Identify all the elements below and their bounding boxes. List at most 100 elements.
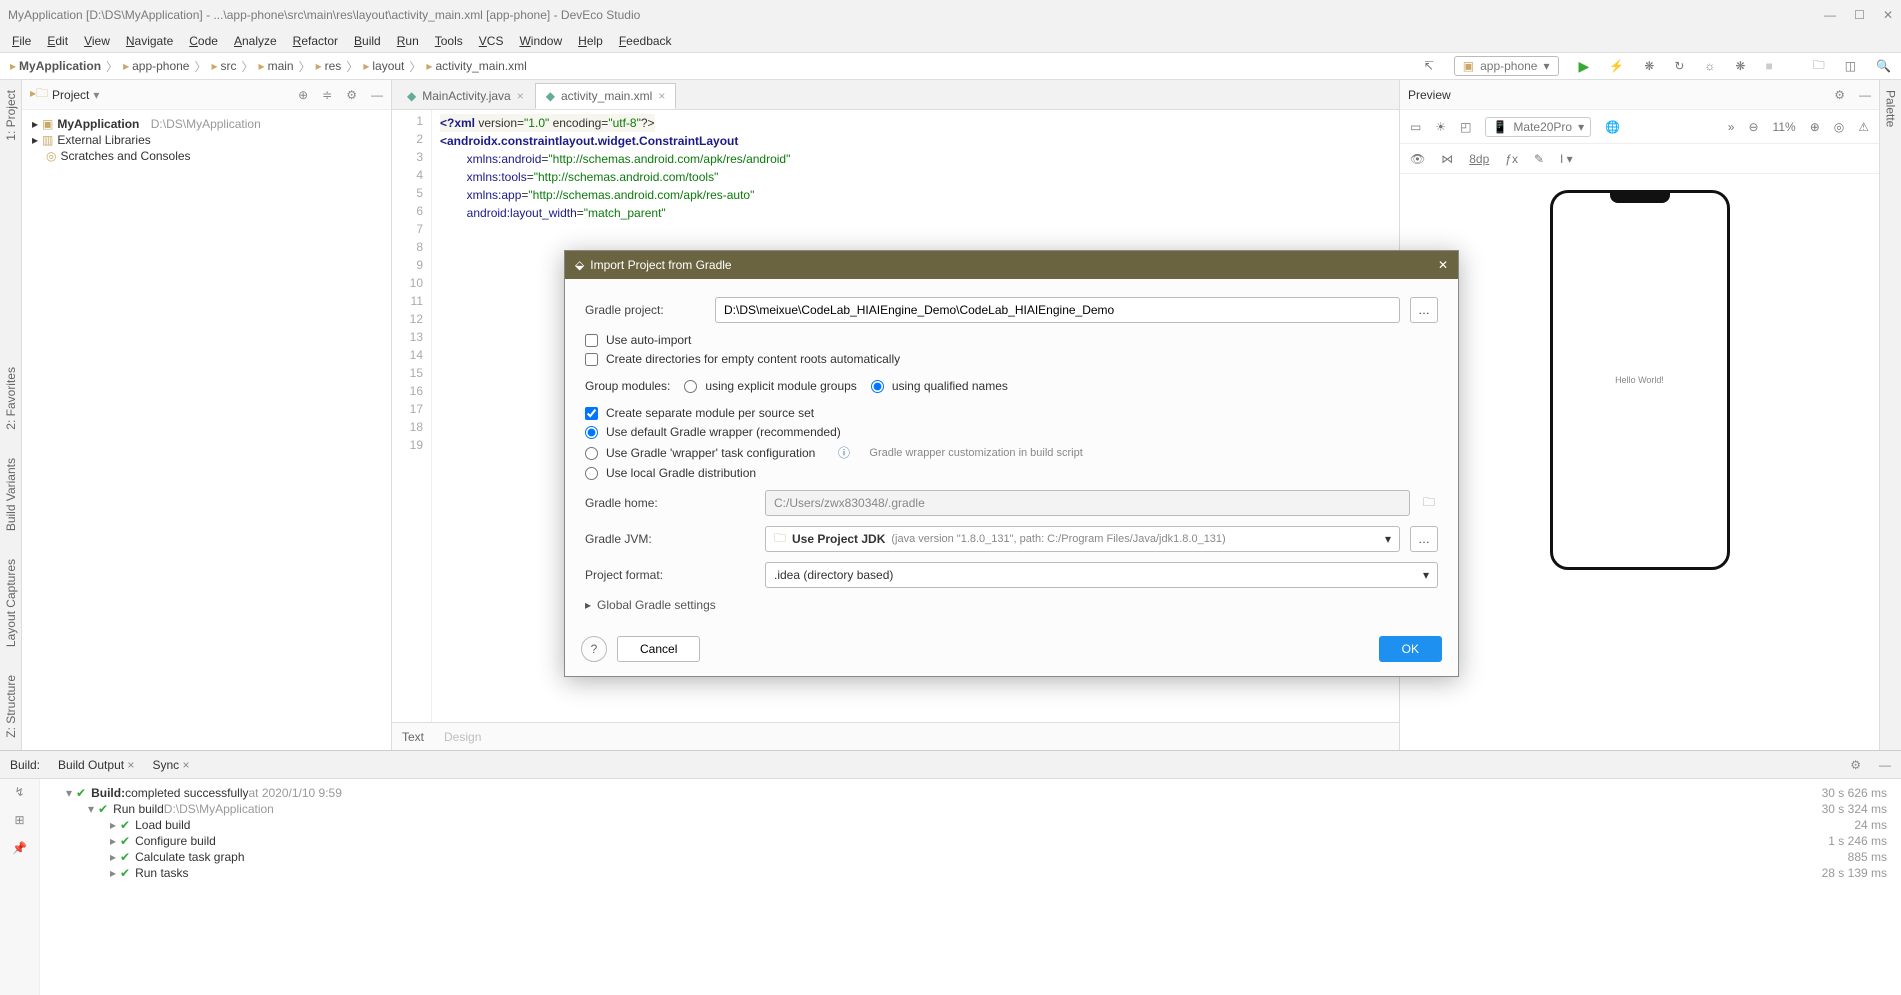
zoom-in-icon[interactable]: ⊕ [1810,120,1820,134]
auto-import-checkbox[interactable] [585,334,598,347]
crumb-3[interactable]: ▸main [259,59,294,73]
crumb-5[interactable]: ▸layout [363,59,404,73]
ok-button[interactable]: OK [1379,636,1442,662]
crumb-1[interactable]: ▸app-phone [123,59,189,73]
close-tab-icon[interactable]: × [517,89,524,103]
menu-navigate[interactable]: Navigate [120,32,179,50]
close-icon[interactable]: ✕ [1883,8,1893,22]
menu-tools[interactable]: Tools [429,32,469,50]
menu-refactor[interactable]: Refactor [287,32,344,50]
crumb-4[interactable]: ▸res [316,59,342,73]
close-icon[interactable]: ✕ [1438,258,1448,272]
hammer-icon[interactable]: ↯ [14,785,24,799]
crumb-2[interactable]: ▸src [212,59,237,73]
design-tab[interactable]: Design [444,730,481,744]
gear-icon[interactable]: ⚙ [1834,88,1845,102]
zoom-icon[interactable]: 🔍 [1876,59,1891,73]
device-dropdown[interactable]: 📱Mate20Pro▾ [1485,117,1591,137]
build-row[interactable]: ▾✔Run build D:\DS\MyApplication30 s 324 … [54,801,1887,817]
tree-node-external[interactable]: External Libraries [57,133,150,147]
attach-icon[interactable]: ☼ [1704,59,1715,73]
cancel-button[interactable]: Cancel [617,636,700,662]
pin-icon[interactable]: 📌 [12,841,27,855]
gradle-jvm-dropdown[interactable]: 🗀 Use Project JDK (java version "1.8.0_1… [765,526,1400,552]
layout-captures-tab[interactable]: Layout Captures [2,555,20,651]
magnet-icon[interactable]: ⋈ [1441,152,1453,166]
sun-icon[interactable]: ☀ [1435,120,1446,134]
menu-code[interactable]: Code [183,32,224,50]
build-tree[interactable]: ▾✔Build: completed successfully at 2020/… [40,779,1901,995]
project-tab[interactable]: 1: Project [2,86,20,145]
sliders-icon[interactable]: ≑ [322,88,332,102]
favorites-tab[interactable]: 2: Favorites [2,363,20,434]
run-config-dropdown[interactable]: ▣app-phone▾ [1454,56,1559,76]
build-row[interactable]: ▾✔Build: completed successfully at 2020/… [54,785,1887,801]
collapse-icon[interactable]: — [371,88,383,102]
target-icon[interactable]: ⊕ [298,88,308,102]
dialog-header[interactable]: ⬙Import Project from Gradle ✕ [565,251,1458,279]
structure-tab[interactable]: Z: Structure [2,671,20,742]
folder-icon[interactable]: 🗀 [1813,56,1825,77]
browse-button[interactable]: … [1410,526,1438,552]
refresh-icon[interactable]: ↻ [1674,59,1684,73]
menu-window[interactable]: Window [513,32,568,50]
profiler-icon[interactable]: ❋ [1735,59,1745,73]
separate-module-checkbox[interactable] [585,407,598,420]
minimize-icon[interactable]: — [1824,8,1836,22]
orientation-icon[interactable]: ◰ [1460,120,1471,134]
align-icon[interactable]: I ▾ [1560,152,1573,166]
build-variants-tab[interactable]: Build Variants [2,454,20,535]
build-row[interactable]: ▸✔Load build24 ms [54,817,1887,833]
build-output-tab[interactable]: Build Output × [58,758,134,772]
debug-icon[interactable]: ❋ [1644,59,1654,73]
fx-icon[interactable]: ƒx [1505,152,1518,166]
local-dist-radio[interactable] [585,467,598,480]
zoom-out-icon[interactable]: ⊖ [1748,120,1758,134]
maximize-icon[interactable]: ☐ [1854,8,1865,22]
warning-icon[interactable]: ⚠ [1858,120,1869,134]
crumb-0[interactable]: ▸MyApplication [10,59,101,73]
project-tree[interactable]: ▸▣ MyApplication D:\DS\MyApplication ▸▥ … [22,110,391,750]
palette-tab[interactable]: Palette [1882,86,1900,131]
wand-icon[interactable]: ✎ [1534,152,1544,166]
explicit-groups-radio[interactable] [684,380,697,393]
qualified-names-radio[interactable] [871,380,884,393]
collapse-icon[interactable]: — [1859,88,1871,102]
browse-button[interactable]: … [1410,297,1438,323]
text-tab[interactable]: Text [402,730,424,744]
locale-icon[interactable]: 🌐 [1605,120,1620,134]
build-row[interactable]: ▸✔Configure build1 s 246 ms [54,833,1887,849]
screen-icon[interactable]: ▭ [1410,120,1421,134]
gear-icon[interactable]: ⚙ [1850,758,1861,772]
collapse-icon[interactable]: — [1879,758,1891,772]
menu-edit[interactable]: Edit [41,32,74,50]
sync-tab[interactable]: Sync × [152,758,189,772]
gear-icon[interactable]: ⚙ [346,88,357,102]
menu-run[interactable]: Run [391,32,425,50]
project-format-dropdown[interactable]: .idea (directory based)▾ [765,562,1438,588]
menu-vcs[interactable]: VCS [473,32,510,50]
global-settings-collapser[interactable]: ▸Global Gradle settings [585,598,1438,612]
gradle-project-input[interactable] [715,297,1400,323]
menu-feedback[interactable]: Feedback [613,32,678,50]
tree-node-scratches[interactable]: Scratches and Consoles [60,149,190,163]
menu-help[interactable]: Help [572,32,609,50]
stop-icon[interactable]: ■ [1765,59,1772,73]
menu-view[interactable]: View [78,32,116,50]
create-dirs-checkbox[interactable] [585,353,598,366]
run-button[interactable]: ▶ [1579,58,1590,75]
editor-tab[interactable]: ◆MainActivity.java× [396,83,535,109]
editor-tab[interactable]: ◆activity_main.xml× [535,83,677,109]
filter-icon[interactable]: ⊞ [14,813,24,827]
close-tab-icon[interactable]: × [658,89,665,103]
crumb-6[interactable]: ▸activity_main.xml [426,59,526,73]
more-icon[interactable]: » [1728,120,1735,134]
menu-analyze[interactable]: Analyze [228,32,283,50]
layout-icon[interactable]: ◫ [1845,59,1856,73]
help-button[interactable]: ? [581,636,607,662]
tree-node-app[interactable]: MyApplication [57,117,139,131]
task-wrapper-radio[interactable] [585,447,598,460]
menu-build[interactable]: Build [348,32,387,50]
search-icon[interactable]: ↸ [1424,59,1434,73]
build-row[interactable]: ▸✔Run tasks28 s 139 ms [54,865,1887,881]
